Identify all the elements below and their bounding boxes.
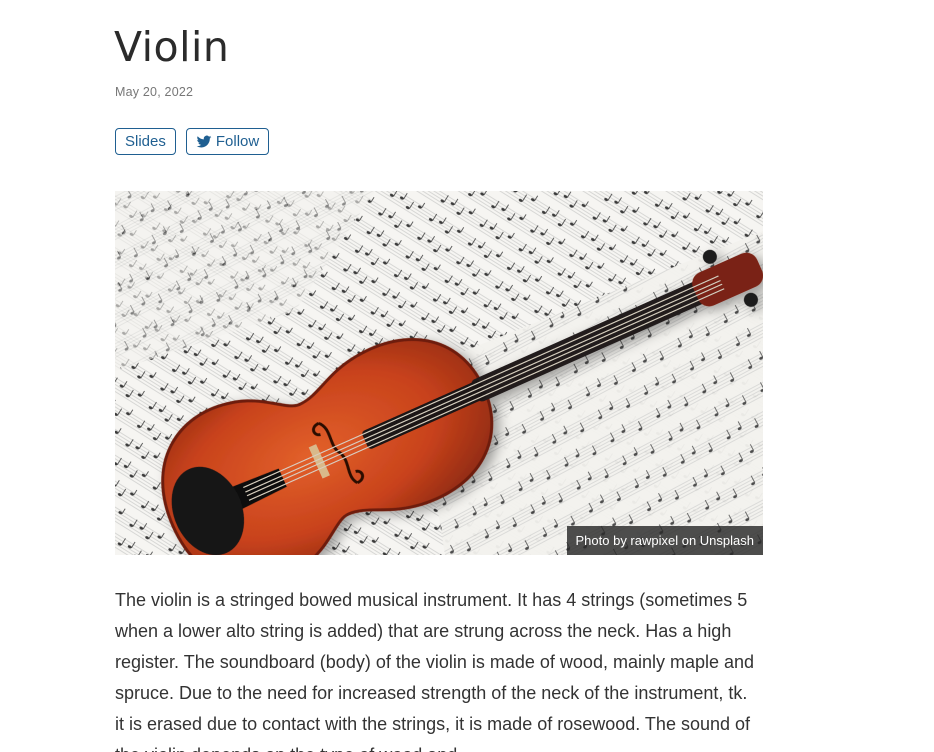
follow-button-label: Follow <box>215 133 260 150</box>
hero-image: Photo by rawpixel on Unsplash <box>115 191 763 555</box>
slides-button[interactable]: Slides <box>115 128 176 155</box>
publish-date: May 20, 2022 <box>115 85 194 99</box>
violin-photo <box>115 191 763 555</box>
action-buttons: Slides Follow <box>115 128 270 155</box>
slides-button-label: Slides <box>125 133 166 150</box>
follow-button[interactable]: Follow <box>185 128 270 155</box>
page-title: Violin <box>114 23 230 71</box>
image-caption: Photo by rawpixel on Unsplash <box>566 526 763 555</box>
twitter-icon <box>196 134 212 150</box>
article-body: The violin is a stringed bowed musical i… <box>115 590 755 752</box>
